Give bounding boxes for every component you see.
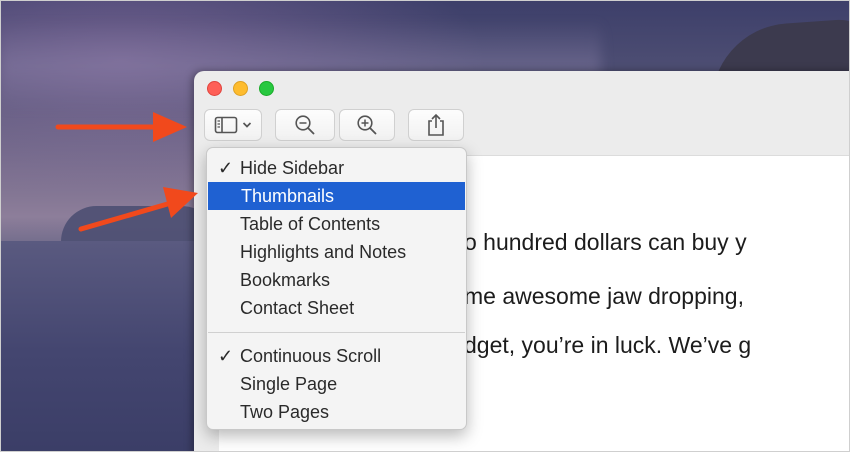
menu-item-label: Thumbnails (241, 186, 335, 206)
menu-item-label: Bookmarks (240, 270, 331, 290)
menu-item-label: Contact Sheet (240, 298, 355, 318)
checkmark-icon: ✓ (218, 158, 234, 178)
sidebar-view-menu: ✓ Hide Sidebar Thumbnails Table of Conte… (206, 147, 467, 430)
close-button[interactable] (207, 81, 222, 96)
zoom-window-button[interactable] (259, 81, 274, 96)
menu-item-continuous-scroll[interactable]: ✓ Continuous Scroll (207, 342, 466, 370)
zoom-in-button[interactable] (339, 109, 395, 141)
share-button[interactable] (408, 109, 464, 141)
menu-item-table-of-contents[interactable]: Table of Contents (207, 210, 466, 238)
menu-item-thumbnails[interactable]: Thumbnails (208, 182, 465, 210)
menu-item-label: Table of Contents (240, 214, 381, 234)
menu-item-bookmarks[interactable]: Bookmarks (207, 266, 466, 294)
wallpaper-water (1, 241, 221, 451)
zoom-out-icon (294, 114, 316, 136)
menu-item-contact-sheet[interactable]: Contact Sheet (207, 294, 466, 322)
menu-item-label: Hide Sidebar (240, 158, 345, 178)
zoom-in-icon (356, 114, 378, 136)
sidebar-icon (214, 116, 238, 134)
menu-item-label: Highlights and Notes (240, 242, 407, 262)
document-text-line: dget, you’re in luck. We’ve g (464, 332, 752, 358)
menu-item-single-page[interactable]: Single Page (207, 370, 466, 398)
sidebar-view-button[interactable] (204, 109, 262, 141)
menu-item-highlights-and-notes[interactable]: Highlights and Notes (207, 238, 466, 266)
screen: o hundred dollars can buy y me awesome j… (0, 0, 850, 452)
share-icon (426, 113, 446, 137)
menu-item-label: Single Page (240, 374, 338, 394)
checkmark-icon: ✓ (218, 346, 234, 366)
zoom-out-button[interactable] (275, 109, 335, 141)
menu-item-label: Continuous Scroll (240, 346, 382, 366)
menu-separator (208, 332, 465, 333)
document-text-line: o hundred dollars can buy y (464, 229, 747, 255)
menu-item-hide-sidebar[interactable]: ✓ Hide Sidebar (207, 154, 466, 182)
menu-item-two-pages[interactable]: Two Pages (207, 398, 466, 426)
chevron-down-icon (242, 121, 252, 129)
menu-item-label: Two Pages (240, 402, 330, 422)
document-text-line: me awesome jaw dropping, (464, 283, 744, 309)
minimize-button[interactable] (233, 81, 248, 96)
